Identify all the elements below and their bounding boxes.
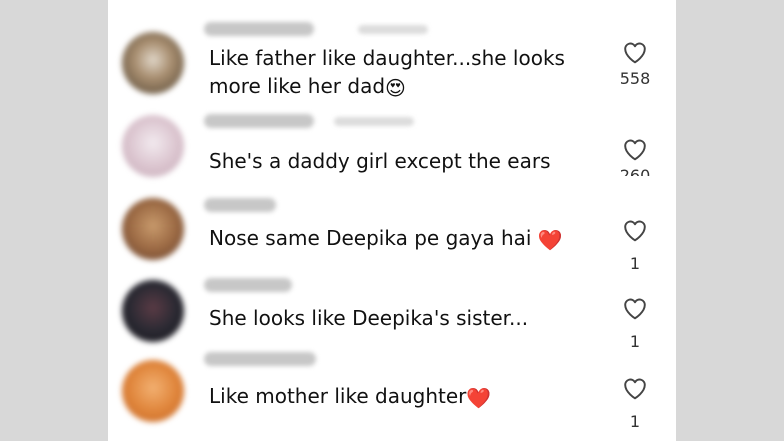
comment-text: She's a daddy girl except the ears — [209, 149, 551, 173]
like-count: 558 — [619, 69, 651, 88]
avatar[interactable] — [122, 280, 184, 342]
comment-item: Like father like daughter...she looks mo… — [108, 18, 676, 98]
comment-item: Like mother like daughter❤️ 1 — [108, 346, 676, 431]
comment-text: Like father like daughter...she looks mo… — [209, 46, 565, 100]
comment-text: She looks like Deepika's sister... — [209, 306, 529, 330]
heart-outline-icon — [608, 296, 662, 320]
username-blurred[interactable] — [204, 278, 292, 292]
comment-text: Like mother like daughter❤️ — [209, 384, 492, 410]
comment-item: Nose same Deepika pe gaya hai ❤️ 1 — [108, 184, 676, 273]
comments-panel: Like father like daughter...she looks mo… — [108, 0, 676, 441]
like-button[interactable]: 1 — [608, 376, 662, 436]
heart-outline-icon — [608, 40, 662, 64]
username-extra-blurred — [358, 25, 428, 34]
avatar[interactable] — [122, 360, 184, 422]
username-blurred[interactable] — [204, 22, 314, 36]
red-heart-emoji: ❤️ — [466, 386, 492, 410]
like-count: 260 — [619, 166, 651, 176]
username-blurred[interactable] — [204, 114, 314, 128]
username-blurred[interactable] — [204, 198, 276, 212]
username-blurred[interactable] — [204, 352, 316, 366]
comment-item: She looks like Deepika's sister... 1 — [108, 266, 676, 351]
heart-outline-icon — [608, 137, 662, 161]
heart-eyes-emoji: 😍 — [385, 76, 406, 100]
avatar[interactable] — [122, 198, 184, 260]
comment-item: She's a daddy girl except the ears 260 — [108, 101, 676, 181]
avatar[interactable] — [122, 115, 184, 177]
like-count: 1 — [629, 412, 641, 431]
red-heart-emoji: ❤️ — [537, 228, 563, 252]
heart-outline-icon — [608, 218, 662, 242]
avatar[interactable] — [122, 32, 184, 94]
username-extra-blurred — [334, 117, 414, 126]
like-button[interactable]: 558 — [608, 40, 662, 100]
comment-text: Nose same Deepika pe gaya hai ❤️ — [209, 226, 563, 252]
heart-outline-icon — [608, 376, 662, 400]
